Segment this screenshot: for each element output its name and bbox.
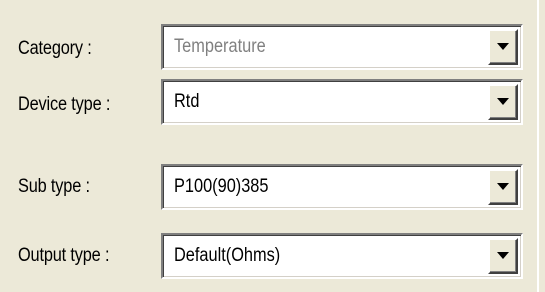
- category-row: Category : Temperature: [0, 24, 545, 80]
- sub-type-dropdown-button[interactable]: [488, 169, 518, 205]
- device-type-label: Device type :: [18, 94, 111, 115]
- output-type-label: Output type :: [18, 245, 110, 266]
- sub-type-dropdown[interactable]: P100(90)385: [161, 164, 523, 210]
- sub-type-value: P100(90)385: [174, 176, 269, 197]
- sub-type-label: Sub type :: [18, 176, 90, 197]
- category-label: Category :: [18, 38, 92, 59]
- sub-type-row: Sub type : P100(90)385: [0, 164, 545, 220]
- chevron-down-icon: [497, 98, 509, 105]
- output-type-row: Output type : Default(Ohms): [0, 233, 545, 291]
- device-type-row: Device type : Rtd: [0, 79, 545, 137]
- output-type-value: Default(Ohms): [174, 245, 281, 266]
- category-dropdown[interactable]: Temperature: [161, 24, 523, 70]
- chevron-down-icon: [497, 183, 509, 190]
- device-type-dropdown-button[interactable]: [488, 84, 518, 120]
- category-dropdown-button[interactable]: [488, 29, 518, 65]
- device-type-value: Rtd: [174, 91, 200, 112]
- chevron-down-icon: [497, 43, 509, 50]
- properties-panel: Category : Temperature Device type : Rtd…: [0, 0, 545, 292]
- category-value: Temperature: [174, 36, 266, 57]
- output-type-dropdown[interactable]: Default(Ohms): [161, 233, 523, 279]
- device-type-dropdown[interactable]: Rtd: [161, 79, 523, 125]
- output-type-dropdown-button[interactable]: [488, 238, 518, 274]
- panel-edge: [539, 0, 545, 292]
- chevron-down-icon: [497, 252, 509, 259]
